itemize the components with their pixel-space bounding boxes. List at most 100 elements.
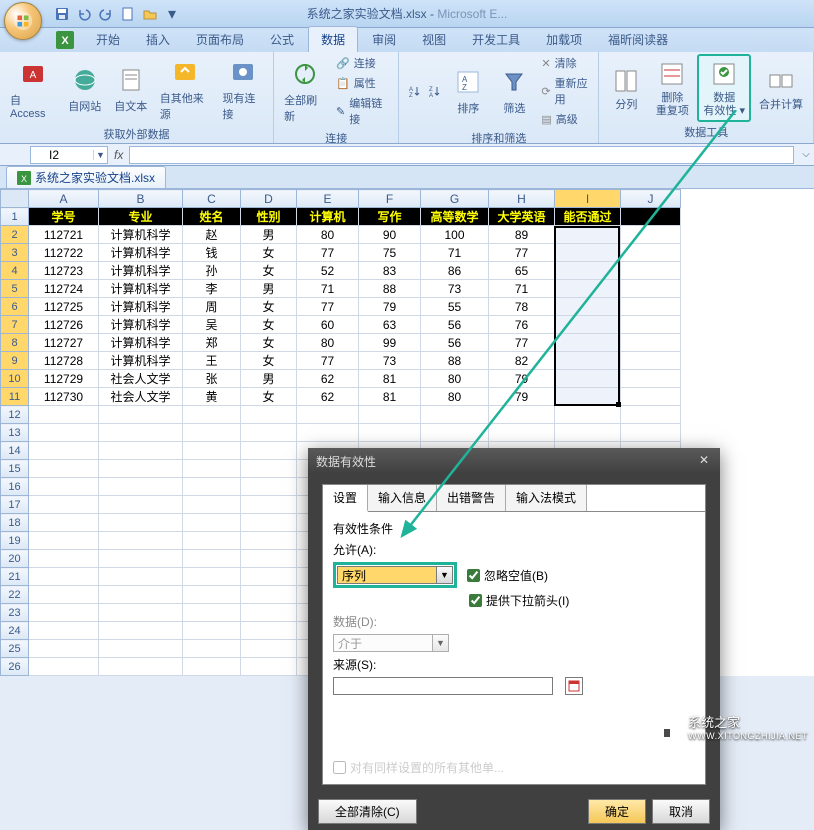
- cell[interactable]: [183, 514, 241, 532]
- header-cell[interactable]: 写作: [359, 208, 421, 226]
- cell[interactable]: [183, 406, 241, 424]
- cell[interactable]: 社会人文学: [99, 370, 183, 388]
- cell[interactable]: 郑: [183, 334, 241, 352]
- cell[interactable]: [99, 604, 183, 622]
- cell[interactable]: [29, 496, 99, 514]
- cell[interactable]: [183, 424, 241, 442]
- cell[interactable]: 77: [297, 352, 359, 370]
- cell[interactable]: [99, 478, 183, 496]
- cell[interactable]: 81: [359, 370, 421, 388]
- ok-button[interactable]: 确定: [588, 799, 646, 824]
- dialog-tab[interactable]: 出错警告: [437, 485, 506, 511]
- header-cell[interactable]: 学号: [29, 208, 99, 226]
- cell[interactable]: [297, 424, 359, 442]
- open-icon[interactable]: [142, 6, 158, 22]
- cell[interactable]: 计算机科学: [99, 262, 183, 280]
- cell[interactable]: 女: [241, 262, 297, 280]
- cell[interactable]: 吴: [183, 316, 241, 334]
- cell[interactable]: 73: [421, 280, 489, 298]
- chevron-down-icon[interactable]: ▼: [93, 150, 107, 160]
- dropdown-checkbox[interactable]: 提供下拉箭头(I): [469, 592, 569, 609]
- cell[interactable]: [555, 298, 621, 316]
- cell[interactable]: 计算机科学: [99, 280, 183, 298]
- cell[interactable]: 112729: [29, 370, 99, 388]
- cell[interactable]: [555, 388, 621, 406]
- cell[interactable]: 80: [421, 370, 489, 388]
- formula-input[interactable]: [129, 146, 794, 164]
- cell[interactable]: 80: [421, 388, 489, 406]
- cell[interactable]: [29, 442, 99, 460]
- cell[interactable]: 赵: [183, 226, 241, 244]
- column-header[interactable]: A: [29, 190, 99, 208]
- ignore-blank-checkbox[interactable]: 忽略空值(B): [467, 567, 548, 584]
- dialog-tab[interactable]: 设置: [323, 485, 368, 512]
- cell[interactable]: [297, 406, 359, 424]
- cell[interactable]: [183, 460, 241, 478]
- cell[interactable]: 孙: [183, 262, 241, 280]
- cell[interactable]: [183, 496, 241, 514]
- cell[interactable]: [183, 640, 241, 658]
- apply-same-checkbox[interactable]: 对有同样设置的所有其他单...: [333, 759, 695, 776]
- cell[interactable]: 计算机科学: [99, 316, 183, 334]
- cell[interactable]: [241, 640, 297, 658]
- cell[interactable]: 89: [489, 226, 555, 244]
- save-icon[interactable]: [54, 6, 70, 22]
- cell[interactable]: [241, 550, 297, 568]
- ribbon-tab-页面布局[interactable]: 页面布局: [184, 27, 256, 52]
- cell[interactable]: [555, 406, 621, 424]
- cell[interactable]: 55: [421, 298, 489, 316]
- column-header[interactable]: H: [489, 190, 555, 208]
- cell[interactable]: [241, 532, 297, 550]
- cell[interactable]: 112726: [29, 316, 99, 334]
- header-cell[interactable]: 能否通过: [555, 208, 621, 226]
- cell[interactable]: [99, 622, 183, 640]
- ribbon-tab-数据[interactable]: 数据: [308, 26, 358, 52]
- ext-data-button[interactable]: 自网站: [64, 62, 106, 116]
- cell[interactable]: 90: [359, 226, 421, 244]
- cell[interactable]: [29, 424, 99, 442]
- cell[interactable]: [183, 622, 241, 640]
- ext-data-button[interactable]: 现有连接: [218, 54, 267, 124]
- cell[interactable]: [29, 568, 99, 586]
- chevron-down-icon[interactable]: ▼: [437, 566, 453, 584]
- allow-combo[interactable]: ▼: [333, 562, 457, 588]
- cell[interactable]: [241, 424, 297, 442]
- cell[interactable]: 女: [241, 316, 297, 334]
- ribbon-tab-开发工具[interactable]: 开发工具: [460, 27, 532, 52]
- ribbon-tab-视图[interactable]: 视图: [410, 27, 458, 52]
- cell[interactable]: [421, 424, 489, 442]
- cell[interactable]: [183, 550, 241, 568]
- cell[interactable]: [29, 550, 99, 568]
- sort-button[interactable]: AZ排序: [447, 64, 489, 118]
- ribbon-tab-加载项[interactable]: 加载项: [534, 27, 594, 52]
- cell[interactable]: [241, 604, 297, 622]
- cell[interactable]: [183, 478, 241, 496]
- ribbon-tab-审阅[interactable]: 审阅: [360, 27, 408, 52]
- data-tool-button[interactable]: 合并计算: [755, 63, 807, 114]
- cell[interactable]: 112727: [29, 334, 99, 352]
- new-icon[interactable]: [120, 6, 136, 22]
- cell[interactable]: 112728: [29, 352, 99, 370]
- cell[interactable]: [241, 460, 297, 478]
- cell[interactable]: [99, 442, 183, 460]
- cell[interactable]: 100: [421, 226, 489, 244]
- cell[interactable]: [241, 586, 297, 604]
- cell[interactable]: [241, 658, 297, 676]
- cell[interactable]: 56: [421, 334, 489, 352]
- dialog-titlebar[interactable]: 数据有效性 ✕: [308, 448, 720, 474]
- cell[interactable]: 女: [241, 298, 297, 316]
- cell[interactable]: [489, 406, 555, 424]
- cell[interactable]: 79: [489, 370, 555, 388]
- cell[interactable]: [555, 244, 621, 262]
- filter-item[interactable]: ⟳重新应用: [539, 74, 592, 108]
- cell[interactable]: 112730: [29, 388, 99, 406]
- allow-input[interactable]: [337, 566, 437, 584]
- cell[interactable]: [555, 262, 621, 280]
- cell[interactable]: 73: [359, 352, 421, 370]
- expand-formula-icon[interactable]: ⌵: [798, 149, 814, 160]
- conn-item[interactable]: 🔗连接: [334, 54, 392, 72]
- cell[interactable]: 86: [421, 262, 489, 280]
- cell[interactable]: 男: [241, 280, 297, 298]
- cell[interactable]: [99, 550, 183, 568]
- ribbon-tab-插入[interactable]: 插入: [134, 27, 182, 52]
